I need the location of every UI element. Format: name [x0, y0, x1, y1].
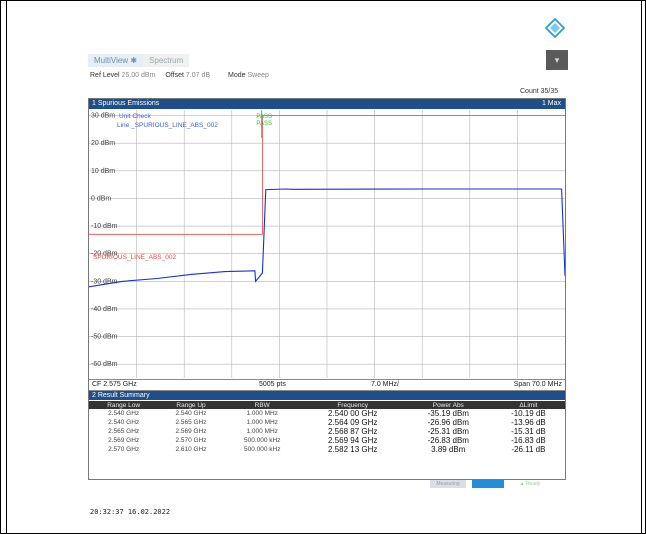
- result-summary-title: 2 Result Summary: [89, 391, 565, 400]
- x-axis-footer: CF 2.575 GHz 5005 pts 7.0 MHz/ Span 70.0…: [89, 379, 565, 391]
- offset-label: Offset: [165, 72, 184, 79]
- tab-bar: MultiView ✱ Spectrum: [88, 52, 190, 68]
- result-header-cell: ΔLimit: [491, 401, 565, 409]
- pass-label-2: PASS: [256, 121, 272, 127]
- timestamp: 20:32:37 16.02.2022: [90, 508, 171, 516]
- trace-mode: 1 Max: [541, 100, 561, 107]
- result-header-cell: RBW: [223, 401, 301, 409]
- tab-multiview-label: MultiView: [94, 55, 129, 65]
- table-cell: 500.000 kHz: [243, 446, 281, 453]
- result-header-cell: Power Abs: [404, 401, 492, 409]
- span-label: Span 70.0 MHz: [513, 381, 562, 388]
- result-table: Range Low Range Up RBW Frequency Power Abs ΔL…: [89, 401, 565, 454]
- table-cell: -26.96 dBm: [427, 418, 469, 427]
- spurious-panel: 1 Spurious Emissions 1 Max 30 dBm 20 dBm 1…: [88, 98, 566, 480]
- offset-value: 7.07 dB: [185, 72, 211, 79]
- table-cell: -25.31 dBm: [427, 427, 469, 436]
- table-cell: -15.31 dB: [511, 427, 546, 436]
- y-tick-label: -40 dBm: [91, 306, 118, 313]
- panel-title-bar: 1 Spurious Emissions 1 Max: [89, 99, 565, 109]
- limit-line-label: Line _SPURIOUS_LINE_ABS_002: [117, 122, 218, 129]
- table-cell: 2.610 GHz: [175, 446, 207, 453]
- spectrum-plot[interactable]: 30 dBm20 dBm10 dBm0 dBm-10 dBm-20 dBm-30…: [89, 110, 565, 378]
- ref-level-value: 25.00 dBm: [121, 72, 156, 79]
- table-cell: 2.565 GHz: [175, 419, 207, 426]
- result-header-cell: Range Up: [158, 401, 224, 409]
- table-row: 2.570 GHz 2.610 GHz 500.000 kHz 2.582 13 GH…: [89, 445, 565, 454]
- ready-icon: ▲: [519, 481, 525, 487]
- y-tick-label: 10 dBm: [91, 168, 115, 175]
- ref-level-label: Ref Level: [90, 72, 120, 79]
- table-cell: -26.11 dB: [511, 445, 546, 454]
- result-header-row: Range Low Range Up RBW Frequency Power Abs ΔL…: [89, 401, 565, 409]
- mode-value: Sweep: [247, 72, 269, 79]
- y-tick-label: 30 dBm: [91, 113, 115, 120]
- limit-name-label: SPURIOUS_LINE_ABS_002: [93, 254, 176, 261]
- table-cell: 2.540 GHz: [108, 419, 140, 426]
- status-measuring: Measuring: [430, 480, 466, 488]
- mode-label: Mode: [228, 72, 246, 79]
- y-tick-label: -10 dBm: [91, 223, 118, 230]
- y-tick-label: -50 dBm: [91, 334, 118, 341]
- status-bar: Measuring ▲ Ready: [430, 480, 550, 488]
- y-tick-label: 20 dBm: [91, 140, 115, 147]
- table-row: 2.569 GHz 2.570 GHz 500.000 kHz 2.569 94 GH…: [89, 436, 565, 445]
- status-ready: ▲ Ready: [510, 480, 550, 488]
- div-label: 7.0 MHz/: [371, 381, 400, 388]
- limit-check-label: Unit Check: [119, 113, 152, 120]
- result-header-cell: Range Low: [89, 401, 159, 409]
- table-cell: 2.582 13 GHz: [328, 445, 378, 454]
- sweep-points: 5005 pts: [259, 381, 286, 388]
- table-cell: 1.000 MHz: [246, 410, 278, 417]
- table-cell: -35.19 dBm: [427, 409, 469, 418]
- table-cell: 2.569 GHz: [175, 428, 207, 435]
- table-cell: 1.000 MHz: [246, 428, 278, 435]
- table-cell: 2.564 09 GHz: [328, 418, 378, 427]
- table-row: 2.540 GHz 2.540 GHz 1.000 MHz 2.540 00 GHz -…: [89, 409, 565, 418]
- table-cell: 2.565 GHz: [108, 428, 140, 435]
- table-row: 2.565 GHz 2.569 GHz 1.000 MHz 2.568 87 GHz -…: [89, 427, 565, 436]
- tab-spectrum[interactable]: Spectrum: [143, 53, 190, 67]
- side-menu-button[interactable]: ▾: [546, 50, 568, 70]
- table-cell: 2.540 GHz: [175, 410, 207, 417]
- y-tick-label: 0 dBm: [91, 195, 111, 202]
- table-cell: 2.569 GHz: [108, 437, 140, 444]
- table-cell: 500.000 kHz: [243, 437, 281, 444]
- table-row: 2.540 GHz 2.565 GHz 1.000 MHz 2.564 09 GHz -…: [89, 418, 565, 427]
- table-cell: 2.568 87 GHz: [328, 427, 378, 436]
- panel-title: 1 Spurious Emissions: [92, 100, 160, 107]
- status-ready-label: Ready: [525, 481, 541, 487]
- table-cell: 1.000 MHz: [246, 419, 278, 426]
- table-cell: -10.19 dB: [511, 409, 546, 418]
- table-cell: -26.83 dBm: [427, 436, 469, 445]
- y-tick-label: -60 dBm: [91, 361, 118, 368]
- pass-label-1: PASS: [256, 114, 272, 120]
- result-header-cell: Frequency: [300, 401, 405, 409]
- table-cell: -13.96 dB: [511, 418, 546, 427]
- table-cell: 2.569 94 GHz: [328, 436, 378, 445]
- measurement-info: Ref Level 25.00 dBm Offset 7.07 dB Mode …: [90, 72, 269, 79]
- sweep-count: Count 35/35: [520, 88, 559, 95]
- table-cell: 2.540 GHz: [108, 410, 140, 417]
- progress-indicator: [472, 480, 504, 488]
- table-cell: -16.83 dB: [511, 436, 546, 445]
- rs-logo-icon: [545, 18, 565, 38]
- table-cell: 3.89 dBm: [431, 445, 466, 454]
- table-cell: 2.570 GHz: [108, 446, 140, 453]
- center-frequency: CF 2.575 GHz: [92, 381, 137, 388]
- tab-multiview[interactable]: MultiView ✱: [88, 53, 144, 67]
- table-cell: 2.540 00 GHz: [328, 409, 378, 418]
- table-cell: 2.570 GHz: [175, 437, 207, 444]
